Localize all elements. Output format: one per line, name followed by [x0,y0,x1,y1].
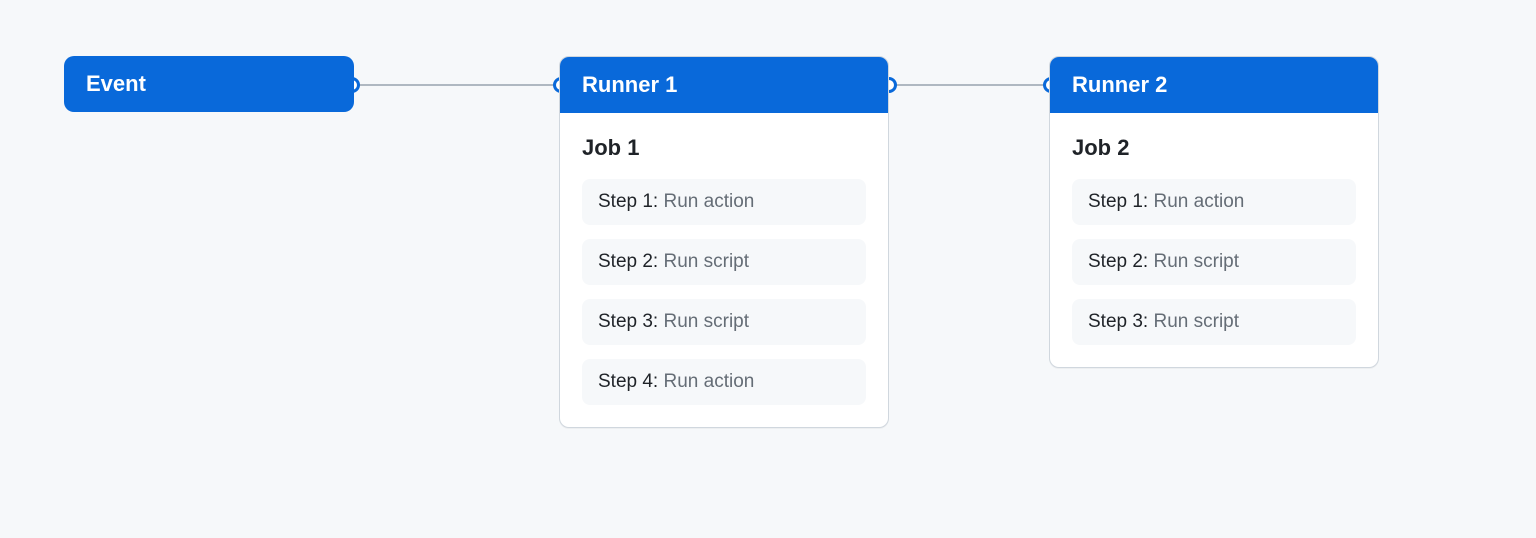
step-row: Step 3: Run script [582,299,866,345]
runner-1-body: Job 1 Step 1: Run action Step 2: Run scr… [560,113,888,427]
step-row: Step 2: Run script [582,239,866,285]
job-1-title: Job 1 [582,135,866,161]
step-desc: Run action [664,191,755,212]
step-label: Step 3: [1088,311,1148,332]
step-label: Step 3: [598,311,658,332]
runner-card-1: Runner 1 Job 1 Step 1: Run action Step 2… [559,56,889,428]
job-2-title: Job 2 [1072,135,1356,161]
step-label: Step 1: [598,191,658,212]
step-row: Step 1: Run action [1072,179,1356,225]
step-row: Step 3: Run script [1072,299,1356,345]
runner-2-body: Job 2 Step 1: Run action Step 2: Run scr… [1050,113,1378,367]
step-desc: Run action [664,371,755,392]
step-row: Step 2: Run script [1072,239,1356,285]
runner-1-header: Runner 1 [560,57,888,113]
event-node: Event [64,56,354,112]
step-label: Step 4: [598,371,658,392]
step-label: Step 2: [598,251,658,272]
runner-2-title: Runner 2 [1072,72,1167,98]
step-desc: Run action [1154,191,1245,212]
step-row: Step 1: Run action [582,179,866,225]
runner-1-title: Runner 1 [582,72,677,98]
step-label: Step 2: [1088,251,1148,272]
step-label: Step 1: [1088,191,1148,212]
runner-2-header: Runner 2 [1050,57,1378,113]
runner-card-2: Runner 2 Job 2 Step 1: Run action Step 2… [1049,56,1379,368]
connector-event-to-runner1 [352,84,565,86]
step-desc: Run script [1154,311,1240,332]
connector-runner1-to-runner2 [888,84,1055,86]
step-desc: Run script [664,311,750,332]
step-desc: Run script [664,251,750,272]
event-label: Event [86,71,146,97]
step-row: Step 4: Run action [582,359,866,405]
step-desc: Run script [1154,251,1240,272]
workflow-diagram: Event Runner 1 Job 1 Step 1: Run action … [0,0,1536,538]
